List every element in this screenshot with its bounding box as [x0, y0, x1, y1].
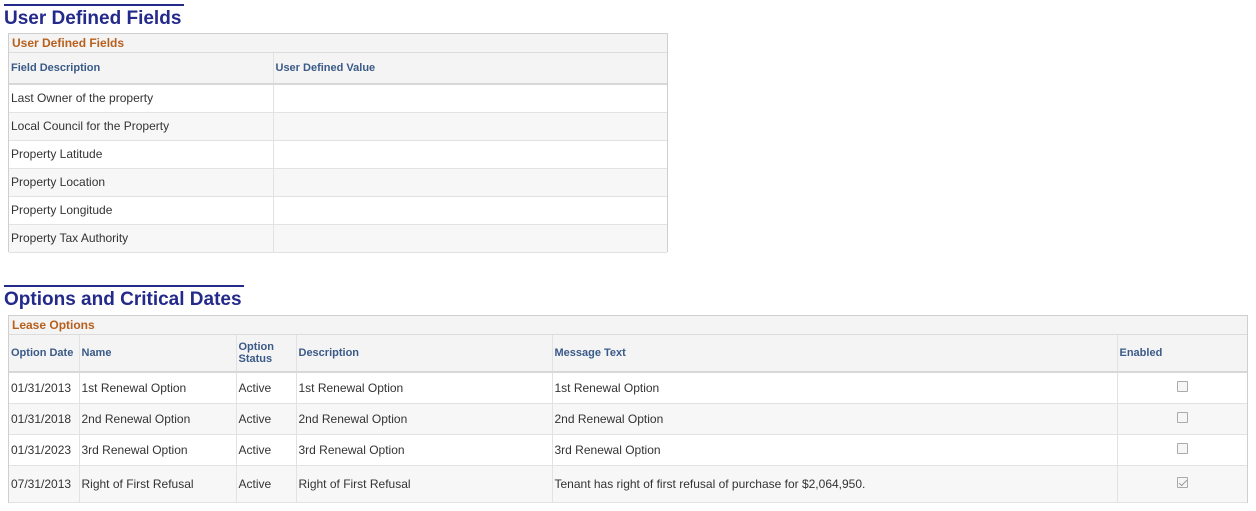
- udf-table: Field Description User Defined Value Las…: [9, 53, 667, 253]
- option-enabled-cell: [1117, 403, 1247, 435]
- lease-option-row: 01/31/2013 1st Renewal Option Active 1st Re…: [9, 372, 1247, 404]
- udf-user-defined-value: [273, 84, 667, 113]
- lease-options-table: Option Date Name Option Status Descripti…: [9, 335, 1247, 503]
- option-message-text-cell: Tenant has right of first refusal of pur…: [552, 465, 1118, 503]
- lease-options-header-row: Option Date Name Option Status Descripti…: [9, 335, 1247, 373]
- col-header-field-description: Field Description: [9, 53, 274, 85]
- option-description-cell: 2nd Renewal Option: [296, 403, 553, 435]
- col-header-description: Description: [296, 335, 553, 373]
- lease-option-row: 01/31/2018 2nd Renewal Option Active 2nd Re…: [9, 403, 1247, 435]
- udf-field-description: Property Longitude: [9, 196, 274, 225]
- col-header-message-text: Message Text: [552, 335, 1118, 373]
- col-header-option-status: Option Status: [236, 335, 297, 373]
- udf-field-description: Property Location: [9, 168, 274, 197]
- option-status-cell: Active: [236, 465, 297, 503]
- enabled-checkbox[interactable]: [1176, 442, 1188, 454]
- udf-field-description: Last Owner of the property: [9, 84, 274, 113]
- option-description-cell: Right of First Refusal: [296, 465, 553, 503]
- option-date-cell: 07/31/2013: [9, 465, 80, 503]
- udf-user-defined-value: [273, 112, 667, 141]
- option-message-text-cell: 3rd Renewal Option: [552, 434, 1118, 466]
- option-message-text-cell: 1st Renewal Option: [552, 372, 1118, 404]
- options-section-title: Options and Critical Dates: [4, 289, 242, 310]
- option-status-cell: Active: [236, 403, 297, 435]
- lease-options-grid: Lease Options Option Date Name Option St…: [8, 315, 1248, 503]
- udf-grid: User Defined Fields Field Description Us…: [8, 33, 668, 253]
- option-description-cell: 1st Renewal Option: [296, 372, 553, 404]
- option-enabled-cell: [1117, 465, 1247, 503]
- option-date-cell: 01/31/2013: [9, 372, 80, 404]
- col-header-name: Name: [79, 335, 237, 373]
- udf-table-row: Property Location: [9, 168, 667, 197]
- enabled-checkbox[interactable]: [1176, 380, 1188, 392]
- option-status-cell: Active: [236, 434, 297, 466]
- udf-field-description: Property Latitude: [9, 140, 274, 169]
- option-name-cell: 2nd Renewal Option: [79, 403, 237, 435]
- option-date-cell: 01/31/2018: [9, 403, 80, 435]
- udf-user-defined-value: [273, 196, 667, 225]
- option-status-cell: Active: [236, 372, 297, 404]
- udf-table-row: Last Owner of the property: [9, 84, 667, 113]
- option-description-cell: 3rd Renewal Option: [296, 434, 553, 466]
- option-enabled-cell: [1117, 434, 1247, 466]
- lease-option-row: 07/31/2013 Right of First Refusal Active Ri…: [9, 465, 1247, 503]
- udf-user-defined-value: [273, 224, 667, 253]
- option-enabled-cell: [1117, 372, 1247, 404]
- udf-user-defined-value: [273, 168, 667, 197]
- option-name-cell: 1st Renewal Option: [79, 372, 237, 404]
- udf-header-row: Field Description User Defined Value: [9, 53, 667, 85]
- udf-section-title: User Defined Fields: [4, 8, 182, 29]
- udf-field-description: Local Council for the Property: [9, 112, 274, 141]
- lease-options-caption: Lease Options: [9, 316, 1247, 335]
- enabled-checkbox[interactable]: [1176, 476, 1188, 488]
- col-header-option-date: Option Date: [9, 335, 80, 373]
- udf-table-row: Local Council for the Property: [9, 112, 667, 141]
- option-name-cell: 3rd Renewal Option: [79, 434, 237, 466]
- col-header-user-defined-value: User Defined Value: [273, 53, 667, 85]
- udf-field-description: Property Tax Authority: [9, 224, 274, 253]
- enabled-checkbox[interactable]: [1176, 411, 1188, 423]
- option-date-cell: 01/31/2023: [9, 434, 80, 466]
- option-name-cell: Right of First Refusal: [79, 465, 237, 503]
- lease-option-row: 01/31/2023 3rd Renewal Option Active 3rd Re…: [9, 434, 1247, 466]
- udf-user-defined-value: [273, 140, 667, 169]
- udf-table-row: Property Tax Authority: [9, 224, 667, 253]
- col-header-enabled: Enabled: [1117, 335, 1247, 373]
- udf-grid-caption: User Defined Fields: [9, 34, 667, 53]
- option-message-text-cell: 2nd Renewal Option: [552, 403, 1118, 435]
- udf-table-row: Property Latitude: [9, 140, 667, 169]
- options-section-rule: [4, 285, 244, 287]
- udf-table-row: Property Longitude: [9, 196, 667, 225]
- udf-section-rule: [4, 4, 184, 6]
